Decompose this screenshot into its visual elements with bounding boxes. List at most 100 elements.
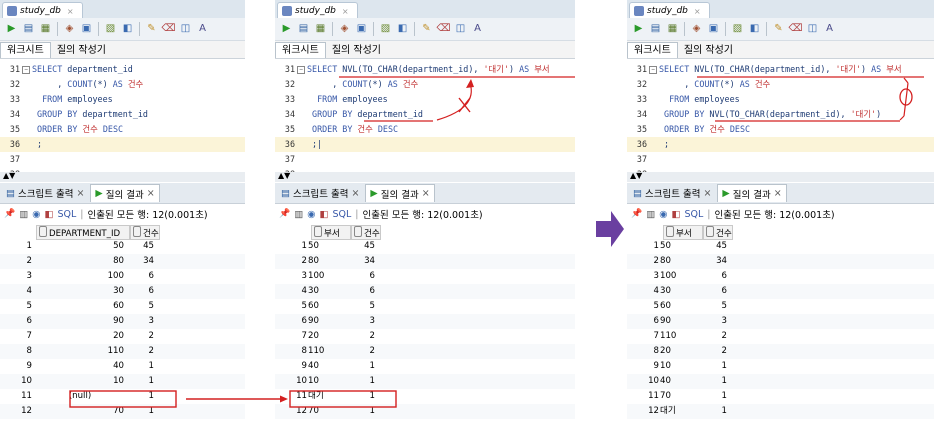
- cell-count[interactable]: 1: [130, 374, 154, 389]
- cell-department[interactable]: 10: [36, 374, 124, 389]
- pin-icon[interactable]: 📌: [4, 209, 15, 219]
- print-icon[interactable]: ▥: [294, 209, 303, 220]
- sql-editor[interactable]: 31− SELECT NVL(TO_CHAR(department_id), '대…: [627, 62, 934, 179]
- table-row[interactable]: 5 60 5: [0, 299, 245, 314]
- close-tab-icon[interactable]: ×: [703, 188, 711, 199]
- table-row[interactable]: 8 110 2: [275, 344, 575, 359]
- spell-icon[interactable]: A: [195, 22, 210, 37]
- print-icon[interactable]: ▥: [19, 209, 28, 220]
- cell-department[interactable]: 70: [36, 404, 124, 419]
- commit-icon[interactable]: ▦: [665, 22, 680, 37]
- close-tab-icon[interactable]: ×: [342, 7, 349, 16]
- sql-tuning-icon[interactable]: ◧: [120, 22, 135, 37]
- panel-splitter[interactable]: ▲▼: [275, 171, 575, 182]
- column-header[interactable]: 부서: [663, 225, 703, 240]
- cell-department[interactable]: 60: [660, 299, 698, 314]
- sort-icon[interactable]: [354, 226, 362, 237]
- cell-department[interactable]: (null): [36, 389, 124, 404]
- fold-toggle-icon[interactable]: −: [649, 66, 657, 74]
- format-icon[interactable]: ◫: [453, 22, 468, 37]
- cell-count[interactable]: 1: [703, 389, 727, 404]
- cell-department[interactable]: 60: [36, 299, 124, 314]
- table-row[interactable]: 4 30 6: [0, 284, 245, 299]
- cell-count[interactable]: 1: [351, 389, 375, 404]
- table-row[interactable]: 3 100 6: [627, 269, 934, 284]
- format-icon[interactable]: ◫: [178, 22, 193, 37]
- table-row[interactable]: 12 70 1: [0, 404, 245, 419]
- autotrace-icon[interactable]: ▣: [706, 22, 721, 37]
- cell-department[interactable]: 30: [36, 284, 124, 299]
- sql-link[interactable]: SQL: [684, 209, 703, 220]
- cell-count[interactable]: 2: [130, 344, 154, 359]
- table-row[interactable]: 4 30 6: [627, 284, 934, 299]
- table-row[interactable]: 6 90 3: [275, 314, 575, 329]
- table-row[interactable]: 6 90 3: [627, 314, 934, 329]
- history-icon[interactable]: ⌫: [788, 22, 803, 37]
- cell-count[interactable]: 1: [130, 389, 154, 404]
- table-row[interactable]: 10 10 1: [275, 374, 575, 389]
- tab-query-result[interactable]: ▶ 질의 결과 ×: [90, 184, 160, 202]
- export-icon[interactable]: ◧: [672, 209, 681, 220]
- cell-department[interactable]: 20: [308, 329, 346, 344]
- panel-splitter[interactable]: ▲▼: [0, 171, 245, 182]
- cell-department[interactable]: 대기: [660, 404, 698, 419]
- cell-department[interactable]: 20: [36, 329, 124, 344]
- export-icon[interactable]: ◧: [45, 209, 54, 220]
- table-row[interactable]: 9 40 1: [0, 359, 245, 374]
- pin-icon[interactable]: 📌: [631, 209, 642, 219]
- tab-worksheet[interactable]: 워크시트: [275, 42, 326, 58]
- cell-department[interactable]: 90: [308, 314, 346, 329]
- tab-query-builder[interactable]: 질의 작성기: [326, 43, 387, 58]
- collapse-arrows-icon[interactable]: ▲▼: [3, 171, 15, 180]
- explain-plan-icon[interactable]: ▧: [103, 22, 118, 37]
- column-header[interactable]: 건수: [351, 225, 381, 240]
- tab-worksheet[interactable]: 워크시트: [0, 42, 51, 58]
- close-tab-icon[interactable]: ×: [774, 188, 782, 199]
- column-header[interactable]: DEPARTMENT_ID: [36, 225, 130, 240]
- cell-count[interactable]: 5: [703, 299, 727, 314]
- run-script-icon[interactable]: ▤: [648, 22, 663, 37]
- cell-department[interactable]: 100: [36, 269, 124, 284]
- spell-icon[interactable]: A: [470, 22, 485, 37]
- tab-query-builder[interactable]: 질의 작성기: [678, 43, 739, 58]
- tab-script-output[interactable]: ▤ 스크립트 출력 ×: [277, 185, 363, 202]
- table-row[interactable]: 5 60 5: [275, 299, 575, 314]
- table-row[interactable]: 10 40 1: [627, 374, 934, 389]
- cell-count[interactable]: 2: [703, 344, 727, 359]
- cell-department[interactable]: 10: [660, 359, 698, 374]
- cell-department[interactable]: 20: [660, 344, 698, 359]
- table-row[interactable]: 11 70 1: [627, 389, 934, 404]
- cell-count[interactable]: 3: [703, 314, 727, 329]
- close-tab-icon[interactable]: ×: [67, 7, 74, 16]
- tab-query-builder[interactable]: 질의 작성기: [51, 43, 112, 58]
- collapse-arrows-icon[interactable]: ▲▼: [630, 171, 642, 180]
- column-header[interactable]: 부서: [311, 225, 351, 240]
- sql-link[interactable]: SQL: [57, 209, 76, 220]
- sql-editor[interactable]: 31− SELECT NVL(TO_CHAR(department_id), '대…: [275, 62, 575, 179]
- clear-icon[interactable]: ✎: [419, 22, 434, 37]
- cell-count[interactable]: 5: [351, 299, 375, 314]
- close-tab-icon[interactable]: ×: [694, 7, 701, 16]
- cell-department[interactable]: 80: [660, 254, 698, 269]
- cell-department[interactable]: 90: [660, 314, 698, 329]
- cell-department[interactable]: 110: [660, 329, 698, 344]
- pin-icon[interactable]: 📌: [279, 209, 290, 219]
- sort-icon[interactable]: [666, 226, 674, 237]
- cell-count[interactable]: 2: [351, 329, 375, 344]
- cell-department[interactable]: 60: [308, 299, 346, 314]
- clear-icon[interactable]: ✎: [771, 22, 786, 37]
- rollback-icon[interactable]: ◈: [62, 22, 77, 37]
- close-tab-icon[interactable]: ×: [76, 188, 84, 199]
- table-row[interactable]: 2 80 34: [0, 254, 245, 269]
- cell-department[interactable]: 40: [660, 374, 698, 389]
- cell-department[interactable]: 30: [660, 284, 698, 299]
- tab-query-result[interactable]: ▶ 질의 결과 ×: [365, 184, 435, 202]
- table-row[interactable]: 5 60 5: [627, 299, 934, 314]
- table-row[interactable]: 8 20 2: [627, 344, 934, 359]
- cell-count[interactable]: 1: [703, 359, 727, 374]
- table-row[interactable]: 2 80 34: [627, 254, 934, 269]
- cell-count[interactable]: 34: [351, 254, 375, 269]
- tab-script-output[interactable]: ▤ 스크립트 출력 ×: [629, 185, 715, 202]
- cell-count[interactable]: 6: [703, 284, 727, 299]
- fold-toggle-icon[interactable]: −: [22, 66, 30, 74]
